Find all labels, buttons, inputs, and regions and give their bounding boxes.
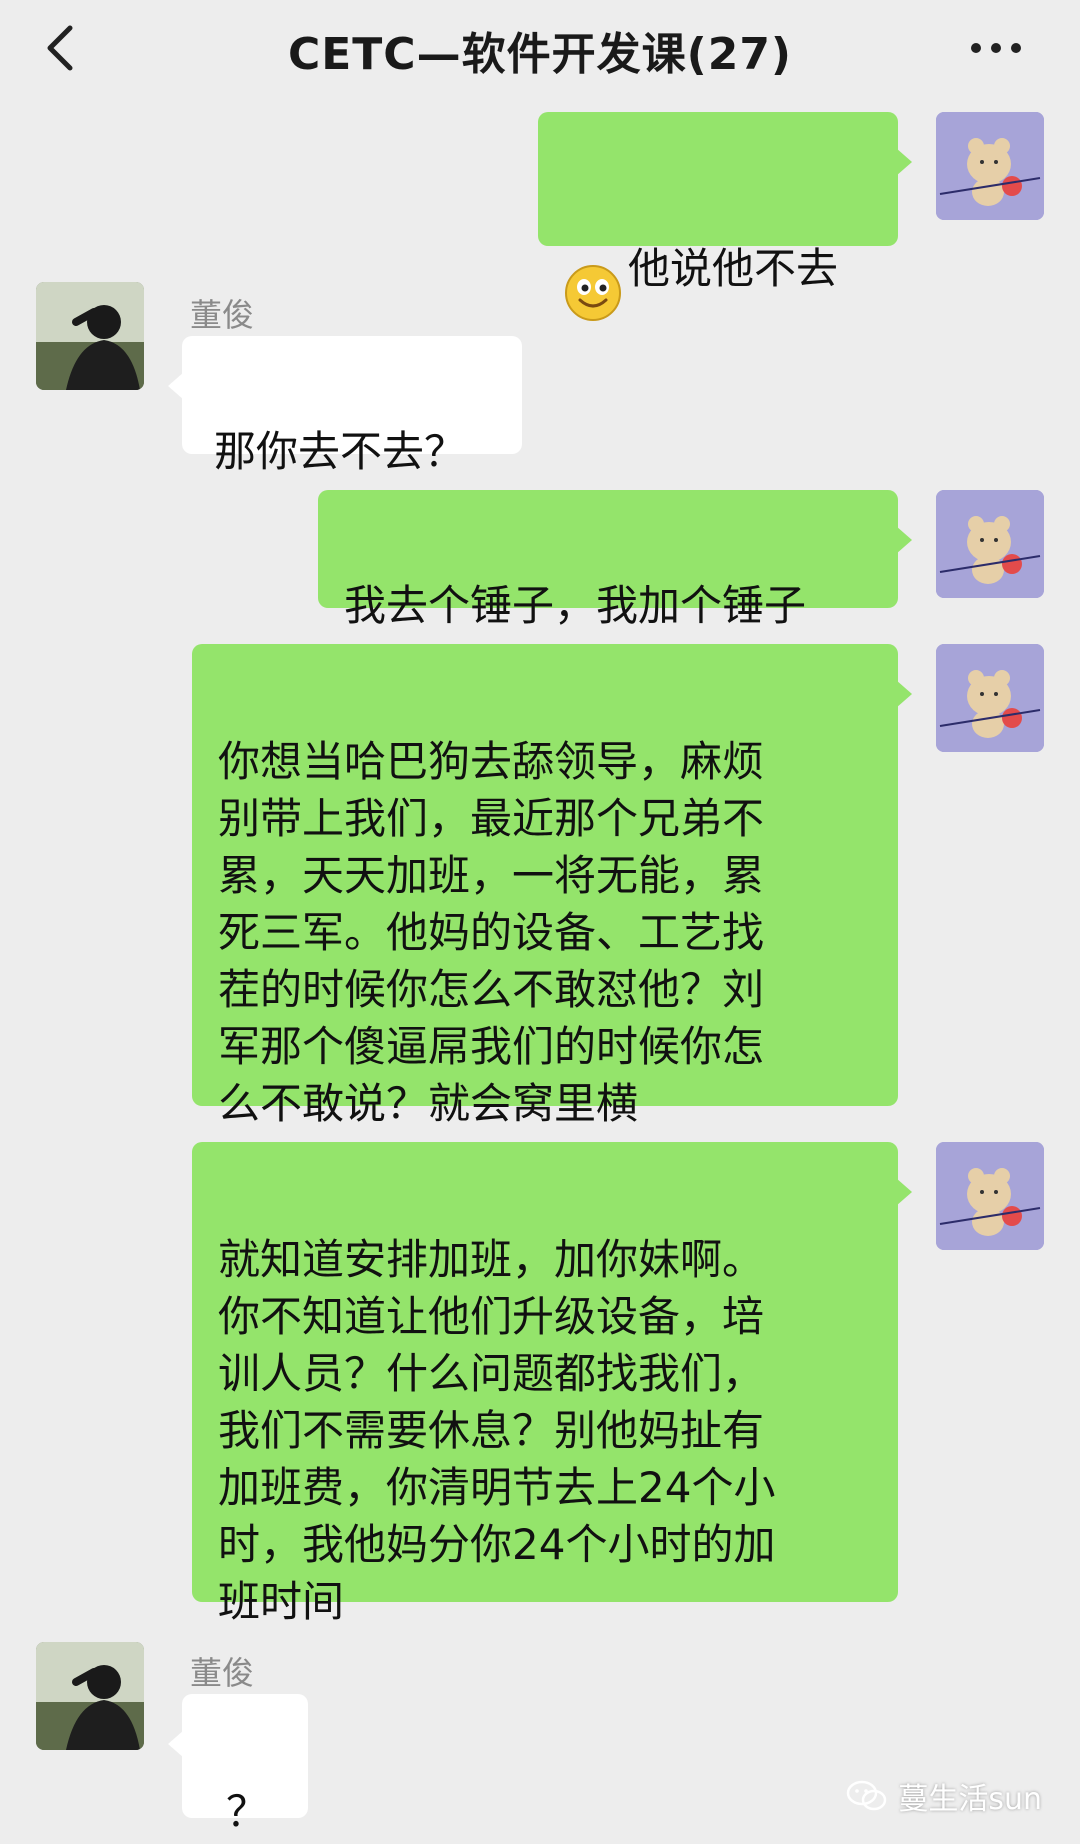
more-button[interactable] xyxy=(966,24,1026,72)
message-text-6: ？ xyxy=(226,1787,269,1836)
my-avatar[interactable] xyxy=(936,644,1044,752)
person-photo-icon xyxy=(36,1642,144,1750)
more-dots-icon xyxy=(971,43,1021,53)
message-text-4: 你想当哈巴狗去舔领导，麻烦 别带上我们，最近那个兄弟不 累，天天加班，一将无能，… xyxy=(218,737,765,1128)
watermark-text: 蔓生活sun xyxy=(898,1782,1042,1817)
bear-icon xyxy=(936,490,1044,598)
message-bubble-1[interactable]: 他说他不去 xyxy=(538,112,912,321)
message-bubble-3[interactable]: 我去个锤子，我加个锤子 xyxy=(318,490,912,630)
my-avatar[interactable] xyxy=(936,490,1044,598)
person-photo-icon xyxy=(36,282,144,390)
smiling-face-emoji xyxy=(564,207,622,336)
message-bubble-5[interactable]: 就知道安排加班，加你妹啊。 你不知道让他们升级设备，培 训人员？什么问题都找我们… xyxy=(192,1142,912,1626)
message-text-3: 我去个锤子，我加个锤子 xyxy=(344,581,807,630)
chat-screen: CETC—软件开发课(27) 他说他不去 董俊 那你去不去？ 我去个锤子，我加个… xyxy=(0,0,1080,1844)
sender-name: 董俊 xyxy=(190,296,255,334)
message-bubble-4[interactable]: 你想当哈巴狗去舔领导，麻烦 别带上我们，最近那个兄弟不 累，天天加班，一将无能，… xyxy=(192,644,912,1128)
my-avatar[interactable] xyxy=(936,112,1044,220)
message-text-2: 那你去不去？ xyxy=(214,427,467,476)
chat-title: CETC—软件开发课(27) xyxy=(287,29,793,80)
sender-name: 董俊 xyxy=(190,1654,255,1692)
message-bubble-2[interactable]: 那你去不去？ xyxy=(168,336,522,476)
message-text-1: 他说他不去 xyxy=(628,244,839,293)
bear-icon xyxy=(936,1142,1044,1250)
sender-avatar[interactable] xyxy=(36,1642,144,1750)
message-text-5: 就知道安排加班，加你妹啊。 你不知道让他们升级设备，培 训人员？什么问题都找我们… xyxy=(218,1235,776,1626)
bear-icon xyxy=(936,112,1044,220)
watermark: 蔓生活sun xyxy=(846,1774,1042,1818)
chat-header: CETC—软件开发课(27) xyxy=(0,0,1080,96)
bear-icon xyxy=(936,644,1044,752)
my-avatar[interactable] xyxy=(936,1142,1044,1250)
sender-avatar[interactable] xyxy=(36,282,144,390)
wechat-icon xyxy=(847,1780,887,1811)
message-bubble-6[interactable]: ？ xyxy=(168,1694,308,1836)
